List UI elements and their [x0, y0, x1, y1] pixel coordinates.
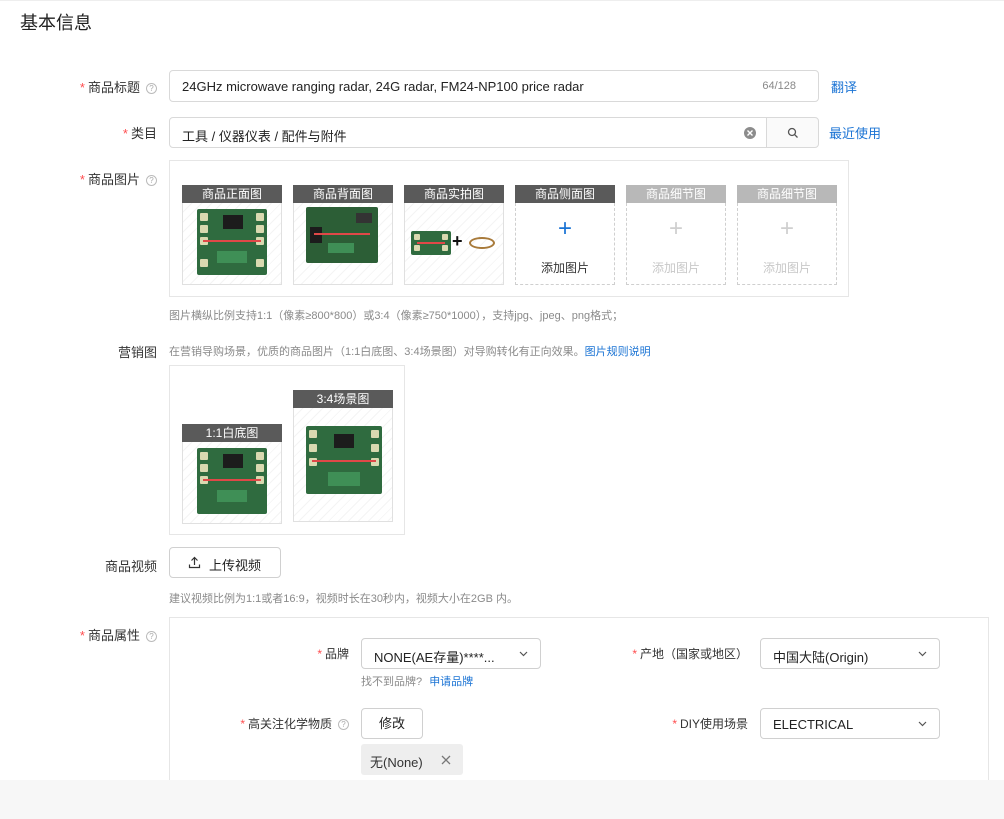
images-hint: 图片横纵比例支持1:1（像素≥800*800）或3:4（像素≥750*1000）… [169, 310, 624, 322]
slot-title: 商品细节图 [737, 185, 837, 203]
brand-label: * 品牌 [317, 647, 349, 661]
product-image-thumb [182, 203, 282, 285]
image-slot-side[interactable]: 商品侧面图 + 添加图片 [515, 185, 615, 285]
product-image-thumb [182, 442, 282, 524]
add-image-area-disabled: + 添加图片 [737, 203, 837, 285]
section-title: 基本信息 [20, 13, 92, 33]
clear-icon[interactable] [744, 127, 756, 139]
basic-info-card: 基本信息 * 商品标题? 24GHz microwave ranging rada… [0, 0, 1004, 781]
marketing-desc: 在营销导购场景，优质的商品图片（1:1白底图、3:4场景图）对导购转化有正向效果… [169, 346, 651, 358]
product-image-thumb [293, 408, 393, 522]
attributes-box: * 品牌 NONE(AE存量)****... 找不到品牌? 申请品牌 * 产地（国家… [169, 617, 989, 781]
origin-select[interactable]: 中国大陆(Origin) [760, 638, 940, 669]
category-label: * 类目 [122, 126, 157, 141]
slot-title: 商品实拍图 [404, 185, 504, 203]
upload-video-button[interactable]: 上传视频 [169, 547, 281, 578]
product-images-box: 商品正面图 商品背面图 商品实拍图 + 商品侧面图 + 添加图片 商品细节图 +… [169, 160, 849, 297]
translate-link[interactable]: 翻译 [831, 77, 857, 96]
brand-not-found: 找不到品牌? 申请品牌 [361, 676, 474, 688]
origin-select-value: 中国大陆(Origin) [773, 650, 869, 665]
required-mark: * [122, 126, 128, 141]
image-slot-back[interactable]: 商品背面图 [293, 185, 393, 285]
apply-brand-link[interactable]: 申请品牌 [429, 676, 473, 688]
help-icon[interactable]: ? [146, 83, 157, 94]
add-image-label: 添加图片 [540, 261, 589, 275]
product-image-thumb: + [404, 203, 504, 285]
required-mark: * [79, 80, 85, 95]
title-input-value: 24GHz microwave ranging radar, 24G radar… [182, 79, 584, 94]
required-mark: * [632, 647, 637, 661]
required-mark: * [672, 717, 677, 731]
diy-select[interactable]: ELECTRICAL [760, 708, 940, 739]
slot-title: 商品背面图 [293, 185, 393, 203]
image-slot-front[interactable]: 商品正面图 [182, 185, 282, 285]
plus-icon: + [668, 215, 683, 242]
chemical-tag: 无(None) [361, 744, 463, 775]
add-image-area-disabled: + 添加图片 [626, 203, 726, 285]
brand-select-value: NONE(AE存量)****... [374, 650, 495, 665]
marketing-images-box: 1:1白底图 3:4场景图 [169, 365, 405, 535]
help-icon[interactable]: ? [146, 631, 157, 642]
close-icon[interactable] [441, 755, 451, 765]
chemical-label: * 高关注化学物质? [240, 715, 349, 732]
search-icon [787, 127, 798, 138]
chemical-tag-label: 无(None) [370, 755, 423, 770]
required-mark: * [79, 628, 85, 643]
title-label: * 商品标题? [80, 77, 157, 96]
category-search-button[interactable] [766, 117, 819, 148]
slot-title: 商品正面图 [182, 185, 282, 203]
category-input-value: 工具 / 仪器仪表 / 配件与附件 [182, 129, 347, 144]
plus-icon: + [557, 215, 572, 242]
marketing-slot-scene[interactable]: 3:4场景图 [293, 390, 393, 522]
required-mark: * [240, 717, 245, 731]
upload-icon [188, 556, 201, 569]
add-image-area[interactable]: + 添加图片 [515, 203, 615, 285]
help-icon[interactable]: ? [146, 175, 157, 186]
marketing-label: 营销图 [117, 345, 157, 360]
attributes-label: * 商品属性? [80, 625, 157, 644]
images-label: * 商品图片? [80, 169, 157, 188]
required-mark: * [79, 172, 85, 187]
image-slot-detail-1: 商品细节图 + 添加图片 [626, 185, 726, 285]
image-slot-detail-2: 商品细节图 + 添加图片 [737, 185, 837, 285]
plus-icon: + [779, 215, 794, 242]
chevron-down-icon [918, 651, 927, 657]
slot-title: 3:4场景图 [293, 390, 393, 408]
product-image-thumb [293, 203, 393, 285]
upload-video-label: 上传视频 [209, 558, 262, 573]
help-icon[interactable]: ? [338, 719, 349, 730]
required-mark: * [317, 647, 322, 661]
add-image-label: 添加图片 [762, 261, 811, 275]
slot-title: 1:1白底图 [182, 424, 282, 442]
title-counter: 64/128 [762, 80, 796, 92]
chevron-down-icon [918, 721, 927, 727]
brand-select[interactable]: NONE(AE存量)****... [361, 638, 541, 669]
slot-title: 商品细节图 [626, 185, 726, 203]
video-hint: 建议视频比例为1:1或者16:9，视频时长在30秒内，视频大小在2GB 内。 [169, 593, 519, 605]
recent-use-link[interactable]: 最近使用 [829, 123, 881, 142]
diy-label: * DIY使用场景 [672, 717, 748, 731]
diy-select-value: ELECTRICAL [773, 717, 854, 732]
video-label: 商品视频 [104, 559, 157, 574]
modify-chemical-button[interactable]: 修改 [361, 708, 423, 739]
image-rules-link[interactable]: 图片规则说明 [585, 346, 651, 358]
origin-label: * 产地（国家或地区） [632, 647, 748, 661]
category-input[interactable]: 工具 / 仪器仪表 / 配件与附件 [169, 117, 767, 148]
chevron-down-icon [519, 651, 528, 657]
title-input[interactable]: 24GHz microwave ranging radar, 24G radar… [169, 70, 819, 102]
image-slot-photo[interactable]: 商品实拍图 + [404, 185, 504, 285]
page-bottom-strip [0, 780, 1004, 819]
slot-title: 商品侧面图 [515, 185, 615, 203]
add-image-label: 添加图片 [651, 261, 700, 275]
marketing-slot-square[interactable]: 1:1白底图 [182, 424, 282, 524]
